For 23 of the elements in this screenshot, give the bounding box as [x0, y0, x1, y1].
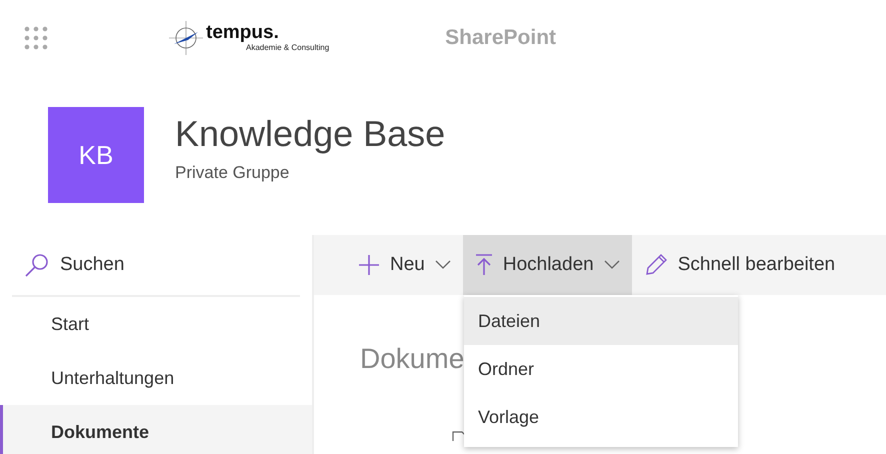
site-logo: KB	[48, 107, 144, 203]
nav-item[interactable]: Start	[0, 297, 312, 351]
site-subtitle: Private Gruppe	[175, 163, 290, 183]
menu-item[interactable]: Vorlage	[464, 393, 738, 441]
plus-icon	[358, 254, 380, 276]
app-launcher-icon[interactable]	[24, 26, 48, 50]
page-heading: Dokume	[360, 343, 464, 375]
new-button[interactable]: Neu	[346, 235, 463, 295]
nav-item[interactable]: Unterhaltungen	[0, 351, 312, 405]
nav-item[interactable]: Dokumente	[0, 405, 312, 454]
chevron-down-icon	[434, 260, 451, 270]
logo-tagline: Akademie & Consulting	[246, 43, 330, 52]
menu-item[interactable]: Dateien	[464, 297, 738, 345]
compass-icon	[168, 20, 204, 56]
logo-name: tempus.	[206, 23, 280, 43]
chevron-down-icon	[604, 260, 620, 270]
upload-button[interactable]: Hochladen	[462, 235, 632, 295]
menu-item[interactable]: Ordner	[464, 345, 738, 393]
search-icon	[24, 252, 50, 278]
upload-icon	[474, 254, 493, 276]
pencil-icon	[644, 253, 668, 277]
edit-button[interactable]: Schnell bearbeiten	[632, 235, 848, 295]
site-title: Knowledge Base	[175, 113, 446, 155]
